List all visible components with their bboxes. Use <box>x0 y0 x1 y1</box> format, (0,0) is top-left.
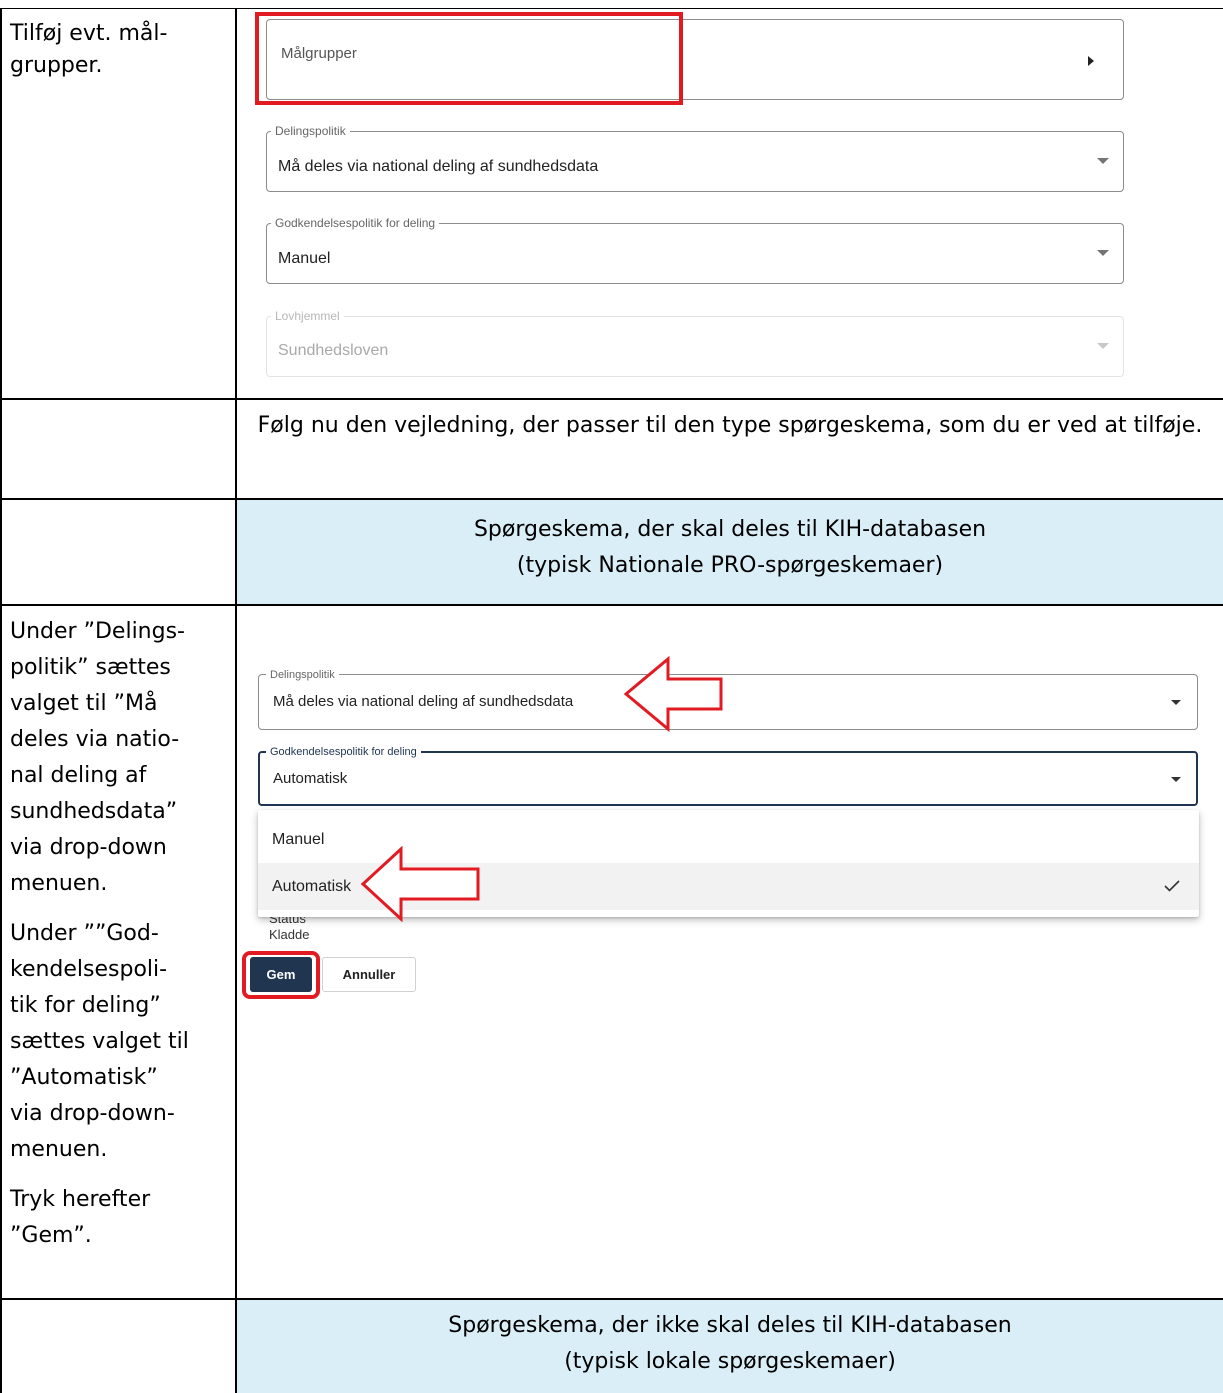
instruction-line: politik” sættes <box>10 655 171 680</box>
caret-down-icon <box>1097 158 1109 164</box>
instruction-line: menuen. <box>10 1137 108 1162</box>
approval-policy-label: Godkendelsespolitik for deling <box>271 216 440 230</box>
table-left-border <box>0 8 2 1393</box>
save-button[interactable]: Gem <box>250 957 312 992</box>
instruction-line: deles via natio- <box>10 727 180 752</box>
row-divider-4 <box>0 1298 1223 1300</box>
cancel-button[interactable]: Annuller <box>322 957 416 992</box>
approval-policy-value-2: Automatisk <box>273 770 348 787</box>
sharing-policy-value: Må deles via national deling af sundheds… <box>278 158 599 175</box>
status-value: Kladde <box>269 927 310 942</box>
target-groups-highlight <box>255 12 683 105</box>
caret-down-icon <box>1171 777 1181 782</box>
triangle-right-icon[interactable] <box>1087 56 1095 66</box>
instruction-line: Tryk herefter <box>10 1187 151 1212</box>
check-icon <box>1164 880 1180 892</box>
shared-heading-line2: (typisk Nationale PRO-spørgeskemaer) <box>516 553 944 578</box>
row-divider-2 <box>0 498 1223 500</box>
row-divider-3 <box>0 604 1223 606</box>
instruction-line: menuen. <box>10 871 108 896</box>
red-outline-arrow-icon <box>361 846 480 922</box>
sharing-policy-value-2: Må deles via national deling af sundheds… <box>273 693 574 710</box>
legal-basis-label: Lovhjemmel <box>271 309 344 323</box>
table-top-border <box>0 8 1223 9</box>
legal-basis-value: Sundhedsloven <box>278 342 389 359</box>
red-outline-arrow-icon <box>624 656 723 732</box>
shared-heading-line1: Spørgeskema, der skal deles til KIH-data… <box>473 517 987 542</box>
approval-policy-select[interactable] <box>266 223 1124 284</box>
instruction-line: ”Automatisk” <box>10 1065 158 1090</box>
instruction-line: ”Gem”. <box>10 1223 92 1248</box>
instruction-line: via drop-down <box>10 835 167 860</box>
approval-policy-value: Manuel <box>278 250 331 267</box>
column-divider <box>235 8 237 1393</box>
local-heading-line1: Spørgeskema, der ikke skal deles til KIH… <box>448 1313 1012 1338</box>
menu-option-label: Automatisk <box>272 878 352 895</box>
caret-down-icon <box>1097 343 1109 349</box>
instruction-line: kendelsespoli- <box>10 957 168 982</box>
instruction-line: nal deling af <box>10 763 147 788</box>
instruction-line: sættes valget til <box>10 1029 189 1054</box>
instruction-line: via drop-down- <box>10 1101 175 1126</box>
approval-policy-label-2: Godkendelsespolitik for deling <box>266 745 421 759</box>
instruction-line: sundhedsdata” <box>10 799 178 824</box>
menu-option-label: Manuel <box>272 831 325 848</box>
instruction-line: valget til ”Må <box>10 691 158 716</box>
caret-down-icon <box>1097 250 1109 256</box>
legal-basis-select <box>266 316 1124 377</box>
instruction-line: Under ””God- <box>10 921 159 946</box>
sharing-policy-label: Delingspolitik <box>271 124 350 138</box>
sharing-policy-label-2: Delingspolitik <box>266 668 339 682</box>
row4-instruction-block: Under ”Delings- politik” sættes valget t… <box>10 614 232 1254</box>
row-divider-1 <box>0 398 1223 400</box>
guide-instruction: Følg nu den vejledning, der passer til d… <box>257 413 1203 438</box>
instruction-line: tik for deling” <box>10 993 161 1018</box>
row1-instruction: Tilføj evt. mål-grupper. <box>10 21 168 78</box>
approval-policy-select-2[interactable] <box>258 751 1198 806</box>
instruction-line: Under ”Delings- <box>10 619 185 644</box>
local-heading-line2: (typisk lokale spørgeskemaer) <box>564 1349 896 1374</box>
caret-down-icon <box>1171 700 1181 705</box>
